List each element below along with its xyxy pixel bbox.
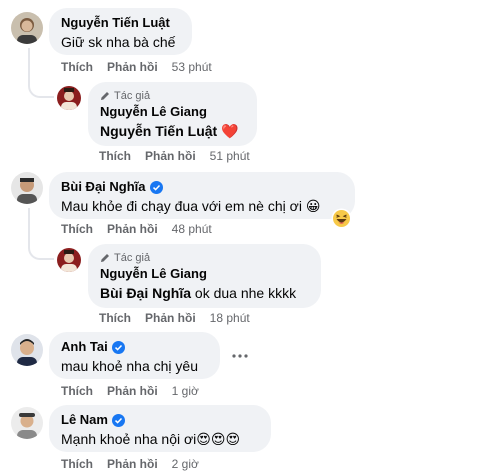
verified-badge-icon — [111, 413, 125, 427]
reply-connector — [28, 48, 54, 98]
comment-time[interactable]: 48 phút — [172, 221, 212, 237]
like-button[interactable]: Thích — [61, 221, 93, 237]
like-button[interactable]: Thích — [61, 383, 93, 399]
reply-button[interactable]: Phản hồi — [107, 456, 158, 472]
comment-actions: Thích Phản hồi 53 phút — [61, 59, 212, 75]
avatar[interactable] — [57, 248, 81, 272]
comment-time[interactable]: 53 phút — [172, 59, 212, 75]
reply-button[interactable]: Phản hồi — [145, 310, 196, 326]
comment-actions: Thích Phản hồi 48 phút — [61, 221, 212, 237]
author-name[interactable]: Bùi Đại Nghĩa — [61, 179, 146, 195]
comment-text: mau khoẻ nha chị yêu — [61, 358, 198, 374]
comment-text: Giữ sk nha bà chế — [61, 34, 176, 50]
reply-button[interactable]: Phản hồi — [107, 59, 158, 75]
comment-bubble: Bùi Đại Nghĩa Mau khỏe đi chạy đua với e… — [49, 172, 355, 219]
reply-text: Bùi Đại Nghĩa ok dua nhe kkkk — [100, 284, 309, 303]
reply-text: Nguyễn Tiến Luật ❤️ — [100, 122, 245, 141]
author-badge-label: Tác giả — [114, 252, 151, 264]
verified-badge-icon — [111, 340, 125, 354]
haha-reaction-icon[interactable] — [331, 208, 352, 234]
reply-bubble: Tác giả Nguyễn Lê Giang Bùi Đại Nghĩa ok… — [88, 244, 321, 308]
avatar[interactable] — [11, 334, 43, 366]
comment-text-body: Mạnh khoẻ nha nội ơi — [61, 431, 197, 447]
comment-actions: Thích Phản hồi 51 phút — [99, 148, 250, 164]
like-button[interactable]: Thích — [61, 59, 93, 75]
pen-icon — [101, 92, 109, 100]
avatar[interactable] — [11, 12, 43, 44]
avatar[interactable] — [11, 172, 43, 204]
comment-text: Mạnh khoẻ nha nội ơi😍😍😍 — [61, 430, 259, 449]
comment-time[interactable]: 51 phút — [210, 148, 250, 164]
comment-text: Mau khỏe đi chạy đua với em nè chị ơi 😀 — [61, 197, 343, 216]
heart-eyes-emoji: 😍😍😍 — [196, 431, 241, 447]
reply-button[interactable]: Phản hồi — [145, 148, 196, 164]
reply-button[interactable]: Phản hồi — [107, 221, 158, 237]
author-name[interactable]: Lê Nam — [61, 412, 108, 428]
author-name[interactable]: Nguyễn Lê Giang — [100, 266, 207, 282]
comment-actions: Thích Phản hồi 2 giờ — [61, 456, 199, 472]
author-badge-label: Tác giả — [114, 90, 151, 102]
avatar[interactable] — [57, 86, 81, 110]
verified-badge-icon — [149, 180, 163, 194]
reply-text-body: ok dua nhe kkkk — [191, 285, 297, 301]
comment-bubble: Lê Nam Mạnh khoẻ nha nội ơi😍😍😍 — [49, 405, 271, 452]
comment-time[interactable]: 18 phút — [210, 310, 250, 326]
comment-actions: Thích Phản hồi 1 giờ — [61, 383, 199, 399]
like-button[interactable]: Thích — [99, 148, 131, 164]
comment-bubble: Anh Tai mau khoẻ nha chị yêu — [49, 332, 220, 379]
reply-button[interactable]: Phản hồi — [107, 383, 158, 399]
reply-bubble: Tác giả Nguyễn Lê Giang Nguyễn Tiến Luật… — [88, 82, 257, 146]
like-button[interactable]: Thích — [99, 310, 131, 326]
grin-emoji: 😀 — [305, 198, 321, 214]
comment-actions: Thích Phản hồi 18 phút — [99, 310, 250, 326]
author-name[interactable]: Anh Tai — [61, 339, 108, 355]
mention-link[interactable]: Nguyễn Tiến Luật — [100, 123, 217, 139]
like-button[interactable]: Thích — [61, 456, 93, 472]
comment-time[interactable]: 2 giờ — [172, 456, 199, 472]
pen-icon — [101, 254, 109, 262]
comment-text-body: Mau khỏe đi chạy đua với em nè chị ơi — [61, 198, 302, 214]
comment-bubble: Nguyễn Tiến Luật Giữ sk nha bà chế — [49, 8, 192, 55]
author-badge: Tác giả — [100, 251, 309, 265]
mention-link[interactable]: Bùi Đại Nghĩa — [100, 285, 191, 301]
comment-time[interactable]: 1 giờ — [172, 383, 199, 399]
author-name[interactable]: Nguyễn Lê Giang — [100, 104, 207, 120]
more-options-icon[interactable] — [232, 346, 248, 364]
reply-connector — [28, 208, 54, 260]
avatar[interactable] — [11, 407, 43, 439]
heart-emoji: ❤️ — [221, 123, 239, 139]
author-badge: Tác giả — [100, 89, 245, 103]
author-name[interactable]: Nguyễn Tiến Luật — [61, 15, 170, 31]
